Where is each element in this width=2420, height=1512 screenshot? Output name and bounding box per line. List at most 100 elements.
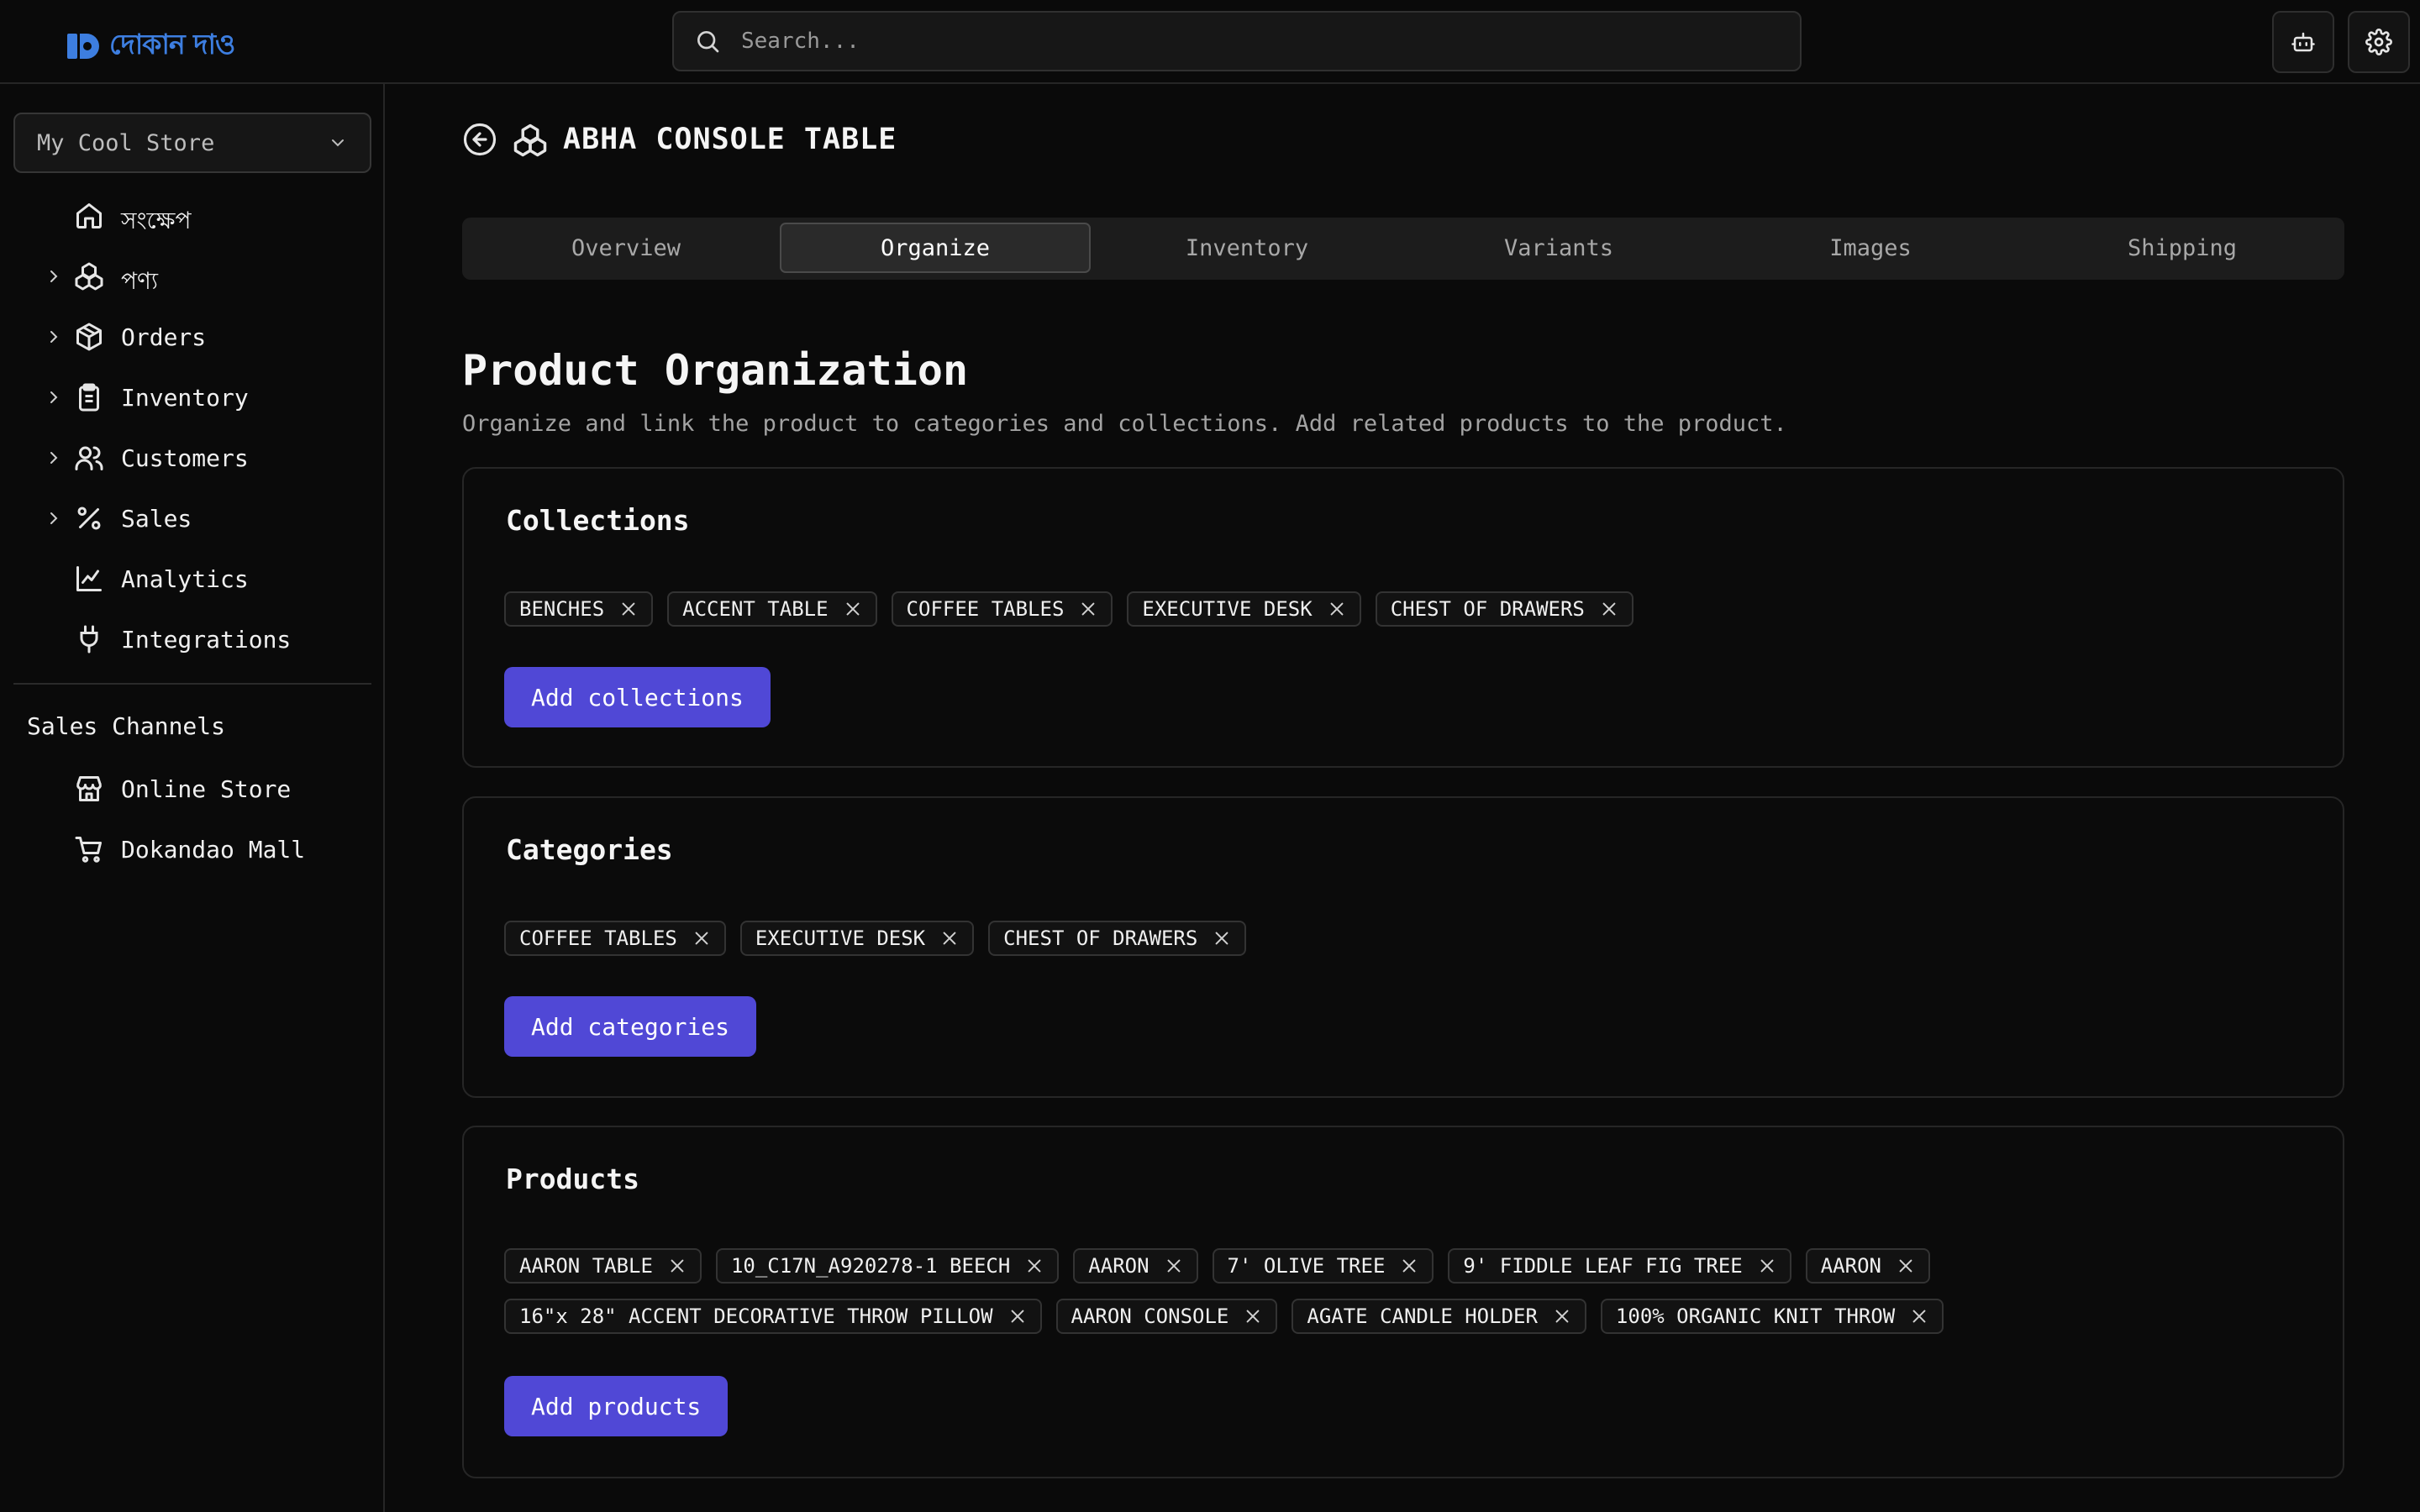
sidebar-item-products[interactable]: পণ্য (0, 251, 370, 302)
chevron-down-icon (332, 139, 344, 147)
sidebar-item-label: Inventory (121, 384, 249, 412)
tab-images[interactable]: Images (1715, 223, 2026, 273)
close-icon (1760, 1259, 1774, 1273)
close-icon (1402, 1259, 1416, 1273)
app-root: দোকান দাও My Cool Store (0, 0, 2420, 1512)
sidebar-item-label: Dokandao Mall (121, 836, 306, 864)
categories-chips: COFFEE TABLES EXECUTIVE DESK CHEST OF DRAW… (504, 921, 2017, 956)
product-tabs: Overview Organize Inventory Variants Ima… (462, 218, 2344, 280)
remove-tag-button[interactable] (619, 600, 638, 618)
tag-chip-label: AARON (1820, 1254, 1881, 1278)
close-icon (1602, 602, 1616, 616)
remove-tag-button[interactable] (940, 929, 959, 948)
chevron-right-icon (50, 452, 58, 464)
home-icon (76, 203, 102, 228)
close-icon (671, 1259, 684, 1273)
top-bar: দোকান দাও (0, 0, 2420, 84)
remove-tag-button[interactable] (1600, 600, 1618, 618)
tag-chip-label: ACCENT TABLE (682, 597, 829, 621)
remove-tag-button[interactable] (1328, 600, 1346, 618)
tag-chip: 10_C17N_A920278-1 BEECH (715, 1248, 1060, 1284)
tag-chip-label: AGATE CANDLE HOLDER (1307, 1305, 1538, 1328)
remove-tag-button[interactable] (1165, 1257, 1183, 1275)
tab-variants[interactable]: Variants (1403, 223, 1714, 273)
chevron-right-icon (50, 331, 58, 343)
tab-shipping[interactable]: Shipping (2027, 223, 2338, 273)
tag-chip-label: 16"x 28" ACCENT DECORATIVE THROW PILLOW (519, 1305, 993, 1328)
remove-tag-button[interactable] (1244, 1307, 1262, 1326)
close-icon (1167, 1259, 1180, 1273)
remove-tag-button[interactable] (1025, 1257, 1044, 1275)
tab-organize[interactable]: Organize (780, 223, 1091, 273)
sidebar-item-label: Online Store (121, 775, 292, 803)
sidebar-item-label: সংক্ষেপ (121, 207, 192, 234)
sidebar-item-customers[interactable]: Customers (0, 433, 370, 483)
percent-icon (77, 507, 101, 530)
sidebar-item-dokandao-mall[interactable]: Dokandao Mall (0, 824, 370, 874)
brand-logo[interactable]: দোকান দাও (66, 23, 235, 70)
close-icon (1330, 602, 1344, 616)
remove-tag-button[interactable] (1079, 600, 1097, 618)
add-categories-button[interactable]: Add categories (504, 996, 757, 1057)
assistant-button[interactable] (2272, 11, 2334, 73)
remove-tag-button[interactable] (1910, 1307, 1928, 1326)
remove-tag-button[interactable] (1213, 929, 1231, 948)
sidebar-item-overview[interactable]: সংক্ষেপ (0, 191, 370, 241)
tag-chip-label: AARON (1088, 1254, 1150, 1278)
tag-chip-label: EXECUTIVE DESK (755, 927, 926, 950)
remove-tag-button[interactable] (668, 1257, 687, 1275)
remove-tag-button[interactable] (1758, 1257, 1776, 1275)
users-icon (75, 446, 103, 470)
remove-tag-button[interactable] (1553, 1307, 1571, 1326)
tag-chip: 16"x 28" ACCENT DECORATIVE THROW PILLOW (504, 1299, 1042, 1334)
add-products-button[interactable]: Add products (504, 1376, 729, 1436)
search-bar[interactable] (672, 11, 1802, 71)
tag-chip-label: COFFEE TABLES (519, 927, 677, 950)
sidebar-item-integrations[interactable]: Integrations (0, 614, 370, 664)
settings-button[interactable] (2348, 11, 2410, 73)
robot-icon (2291, 32, 2315, 52)
add-collections-button[interactable]: Add collections (504, 667, 771, 727)
close-icon (1912, 1310, 1926, 1323)
close-icon (695, 932, 708, 945)
sidebar-item-label: Orders (121, 323, 207, 351)
tag-chip: COFFEE TABLES (891, 591, 1113, 627)
close-icon (1899, 1259, 1912, 1273)
collections-chips: BENCHES ACCENT TABLE COFFEE TABLES EXECUTIV… (504, 591, 2017, 627)
close-icon (1011, 1310, 1023, 1323)
tag-chip-label: 10_C17N_A920278-1 BEECH (730, 1254, 1011, 1278)
sidebar-item-sales[interactable]: Sales (0, 493, 370, 543)
tag-chip: AARON CONSOLE (1055, 1299, 1278, 1334)
search-icon (697, 31, 719, 53)
close-icon (846, 602, 859, 616)
tag-chip: EXECUTIVE DESK (739, 921, 975, 956)
back-arrow-icon[interactable] (462, 122, 497, 157)
categories-title: Categories (506, 833, 673, 866)
store-selector[interactable]: My Cool Store (13, 113, 371, 173)
chart-icon (76, 566, 102, 591)
tab-inventory[interactable]: Inventory (1092, 223, 1402, 273)
sidebar-item-inventory[interactable]: Inventory (0, 372, 370, 423)
collections-card: Collections BENCHES ACCENT TABLE COFFEE TA… (462, 467, 2344, 768)
remove-tag-button[interactable] (692, 929, 711, 948)
package-icon (76, 323, 102, 351)
sidebar-item-label: পণ্য (121, 267, 159, 295)
chevron-right-icon (50, 270, 58, 282)
products-chips: AARON TABLE 10_C17N_A920278-1 BEECH AARON 7… (504, 1248, 2017, 1334)
remove-tag-button[interactable] (844, 600, 862, 618)
sidebar-item-online-store[interactable]: Online Store (0, 764, 370, 814)
search-input[interactable] (739, 28, 1800, 55)
sidebar-item-orders[interactable]: Orders (0, 312, 370, 362)
brand-name: দোকান দাও (109, 28, 235, 60)
tab-overview[interactable]: Overview (471, 223, 781, 273)
sidebar-item-label: Integrations (121, 626, 292, 654)
tag-chip-label: COFFEE TABLES (906, 597, 1065, 621)
remove-tag-button[interactable] (1008, 1307, 1027, 1326)
sidebar-item-analytics[interactable]: Analytics (0, 554, 370, 604)
tag-chip-label: 7' OLIVE TREE (1227, 1254, 1386, 1278)
store-selector-value: My Cool Store (37, 129, 215, 156)
tag-chip: 100% ORGANIC KNIT THROW (1600, 1299, 1944, 1334)
tag-chip-label: AARON TABLE (519, 1254, 653, 1278)
remove-tag-button[interactable] (1897, 1257, 1915, 1275)
remove-tag-button[interactable] (1400, 1257, 1418, 1275)
